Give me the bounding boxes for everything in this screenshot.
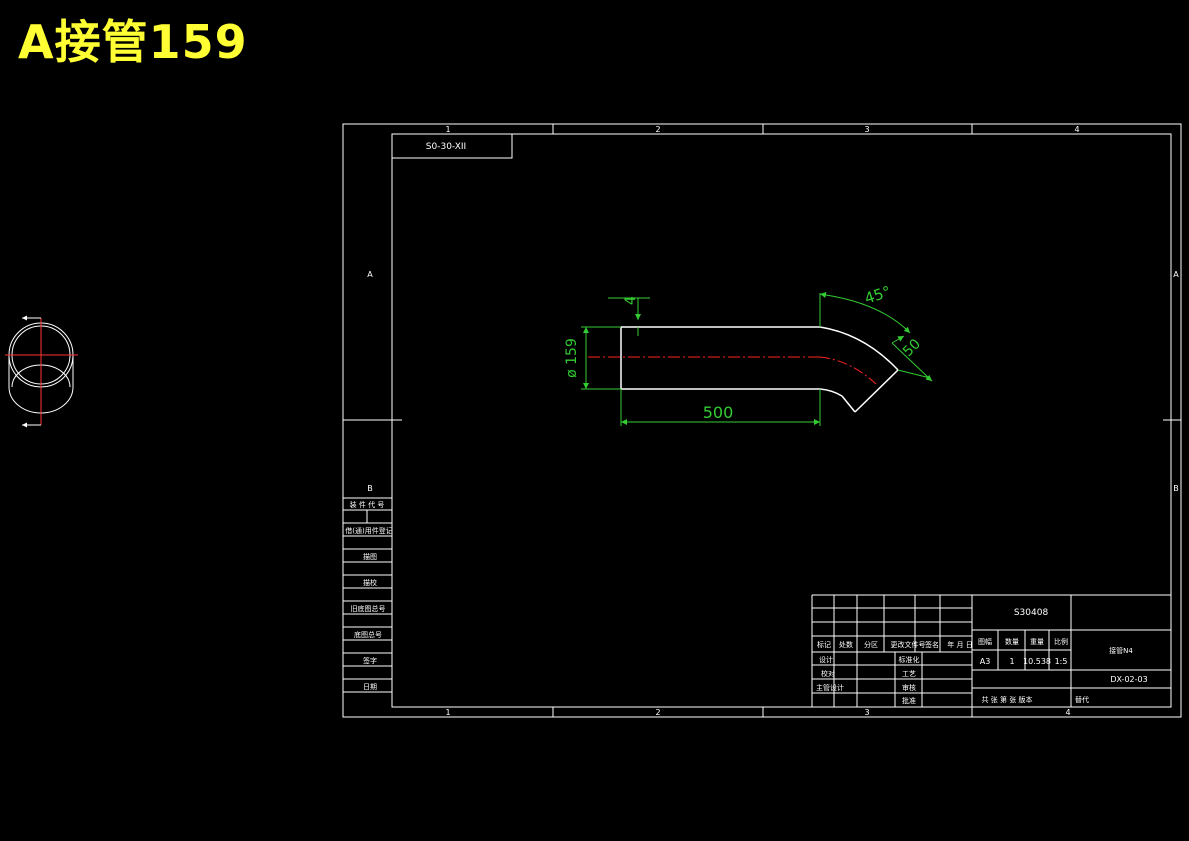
zone-row-left-a: A xyxy=(367,270,373,279)
pipe-elbow-drawing xyxy=(588,326,899,413)
zone-row-right-b: B xyxy=(1173,484,1179,493)
dim-length: 500 xyxy=(703,403,734,422)
role-right-2: 工艺 xyxy=(902,670,916,678)
dim-thickness: 4 xyxy=(623,296,639,305)
role-right-3: 审核 xyxy=(902,683,916,692)
role-left-2: 校对 xyxy=(821,669,835,678)
info-value-3: 10.538 xyxy=(1023,657,1051,666)
code-box-text: S0-30-XII xyxy=(426,142,466,152)
info-value-2: 1 xyxy=(1009,657,1014,666)
change-header-1: 标记 xyxy=(817,640,831,649)
zone-col-bottom-4: 4 xyxy=(1065,708,1070,717)
left-registration-table: 装 件 代 号 借(通)用件登记 描图 描校 旧底图总号 底图总号 签字 日期 xyxy=(343,497,393,693)
zone-col-top-1: 1 xyxy=(445,125,450,134)
info-header-4: 比例 xyxy=(1054,637,1068,646)
sheet-frame xyxy=(342,123,1182,718)
material-text: S30408 xyxy=(1014,608,1049,618)
info-header-2: 数量 xyxy=(1005,637,1019,646)
info-header-3: 重量 xyxy=(1030,638,1044,646)
footer-right-text: 替代 xyxy=(1075,695,1089,704)
zone-col-top-4: 4 xyxy=(1074,125,1079,134)
left-table-label-5: 旧底图总号 xyxy=(351,604,386,613)
change-header-5: 签名 xyxy=(925,640,939,649)
zone-col-top-2: 2 xyxy=(655,125,660,134)
zone-row-left-b: B xyxy=(367,484,373,493)
left-table-label-2: 借(通)用件登记 xyxy=(345,526,392,535)
pipe-end-view xyxy=(5,315,78,428)
left-table-label-4: 描校 xyxy=(363,578,377,587)
info-value-4: 1:5 xyxy=(1055,657,1068,666)
zone-col-bottom-1: 1 xyxy=(445,708,450,717)
left-table-label-1: 装 件 代 号 xyxy=(350,500,385,509)
change-header-6: 年 月 日 xyxy=(947,640,972,649)
cad-drawing: 1 2 3 4 1 2 3 4 A B A B S0-30-XII 装 件 代 … xyxy=(5,123,1182,718)
drawing-number-text: DX-02-03 xyxy=(1110,675,1147,684)
title-block: S30408 标记 处数 分区 更改文件号 签名 年 月 日 设计 校对 主管设… xyxy=(811,594,1171,707)
zone-col-top-3: 3 xyxy=(864,125,869,134)
change-header-2: 处数 xyxy=(839,640,853,649)
left-table-label-3: 描图 xyxy=(363,552,377,561)
dim-diameter: ø 159 xyxy=(564,338,580,378)
change-header-4: 更改文件号 xyxy=(891,640,926,649)
dim-angle: 45° xyxy=(862,282,893,307)
info-value-1: A3 xyxy=(980,657,991,666)
left-table-label-7: 签字 xyxy=(363,656,377,665)
footer-left-text: 共 张 第 张 版本 xyxy=(982,695,1033,704)
part-name-text: 接管N4 xyxy=(1109,646,1133,655)
zone-row-right-a: A xyxy=(1173,270,1179,279)
zone-col-bottom-3: 3 xyxy=(864,708,869,717)
role-right-1: 标准化 xyxy=(899,655,920,664)
role-right-4: 批准 xyxy=(902,696,916,705)
dimensions xyxy=(581,292,933,426)
role-left-3: 主管设计 xyxy=(816,683,844,692)
zone-col-bottom-2: 2 xyxy=(655,708,660,717)
dim-bend-length: 50 xyxy=(900,336,924,360)
info-header-1: 图幅 xyxy=(978,637,992,646)
left-table-label-8: 日期 xyxy=(363,683,377,691)
role-left-1: 设计 xyxy=(819,655,833,664)
left-table-label-6: 底图总号 xyxy=(354,630,382,639)
change-header-3: 分区 xyxy=(864,640,878,649)
